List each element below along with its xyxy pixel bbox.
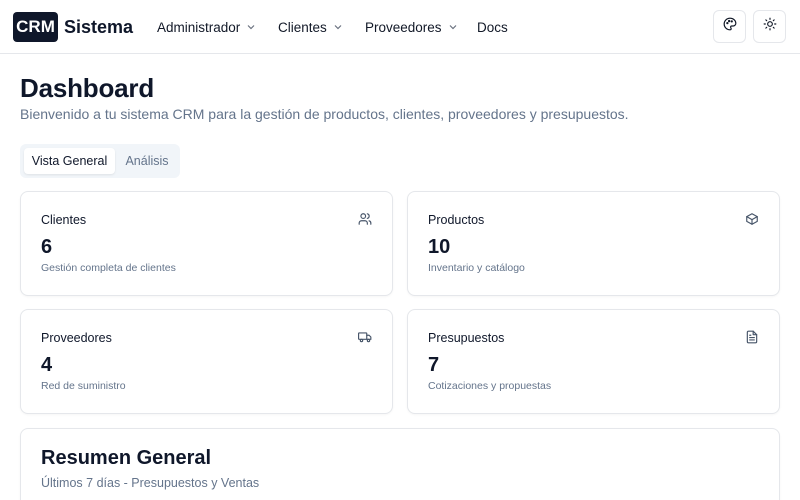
summary-title: Resumen General (41, 447, 212, 469)
brand-name: Sistema (64, 16, 134, 37)
theme-palette-button[interactable] (713, 10, 746, 43)
summary-card: Resumen General Últimos 7 días - Presupu… (20, 428, 780, 500)
tab-analisis[interactable]: Análisis (118, 148, 176, 174)
card-description: Red de suministro (41, 380, 126, 392)
card-clientes[interactable]: Clientes 6 Gestión completa de clientes (20, 191, 393, 296)
top-navbar: CRM Sistema Administrador Clientes Prove… (0, 0, 800, 54)
nav-proveedores[interactable]: Proveedores (365, 0, 458, 54)
card-productos[interactable]: Productos 10 Inventario y catálogo (407, 191, 780, 296)
card-value: 4 (41, 354, 53, 376)
toggle-theme-button[interactable] (753, 10, 786, 43)
nav-docs-label: Docs (477, 19, 508, 35)
card-value: 7 (428, 354, 440, 376)
card-description: Inventario y catálogo (428, 262, 525, 274)
nav-administrador-label: Administrador (157, 19, 241, 35)
nav-docs[interactable]: Docs (477, 0, 508, 54)
palette-icon (723, 17, 737, 36)
card-value: 10 (428, 236, 451, 258)
file-text-icon (745, 330, 759, 344)
card-value: 6 (41, 236, 53, 258)
chevron-down-icon (333, 22, 343, 32)
card-presupuestos[interactable]: Presupuestos 7 Cotizaciones y propuestas (407, 309, 780, 414)
nav-proveedores-label: Proveedores (365, 19, 442, 35)
tab-vista-general[interactable]: Vista General (24, 148, 115, 174)
card-description: Cotizaciones y propuestas (428, 380, 552, 392)
page-title: Dashboard (20, 73, 155, 103)
dashboard-tabs: Vista General Análisis (20, 144, 180, 178)
brand-logo[interactable]: CRM Sistema (13, 12, 133, 42)
page-subtitle: Bienvenido a tu sistema CRM para la gest… (20, 106, 629, 122)
card-title: Proveedores (41, 331, 112, 345)
nav-clientes[interactable]: Clientes (278, 0, 343, 54)
nav-clientes-label: Clientes (278, 19, 327, 35)
chevron-down-icon (246, 22, 256, 32)
sun-icon (763, 17, 777, 36)
card-description: Gestión completa de clientes (41, 262, 176, 274)
card-title: Clientes (41, 213, 87, 227)
users-icon (358, 212, 372, 226)
nav-administrador[interactable]: Administrador (157, 0, 256, 54)
card-title: Productos (428, 213, 485, 227)
chevron-down-icon (448, 22, 458, 32)
package-icon (745, 212, 759, 226)
brand-badge: CRM (13, 12, 58, 42)
truck-icon (358, 330, 372, 344)
card-title: Presupuestos (428, 331, 505, 345)
card-proveedores[interactable]: Proveedores 4 Red de suministro (20, 309, 393, 414)
summary-subtitle: Últimos 7 días - Presupuestos y Ventas (41, 476, 260, 490)
